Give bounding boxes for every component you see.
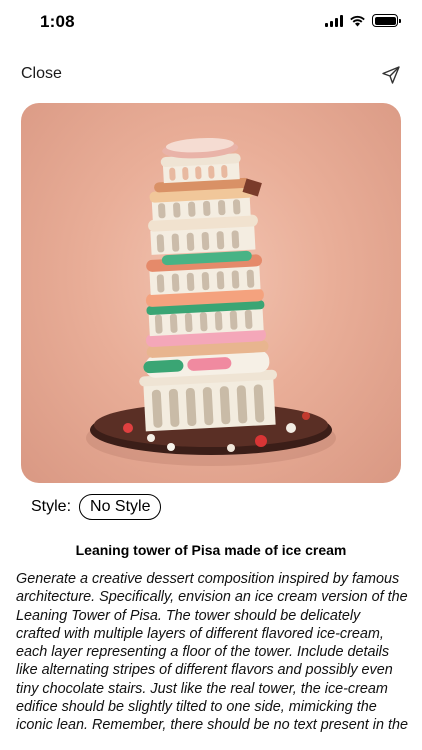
wifi-icon [350, 15, 365, 26]
style-row: Style: No Style [31, 493, 162, 521]
prompt-title: Leaning tower of Pisa made of ice cream [75, 542, 347, 558]
cellular-signal-icon [325, 14, 343, 27]
style-label: Style: [31, 498, 72, 515]
status-time: 1:08 [40, 12, 75, 31]
status-icons [325, 14, 401, 27]
battery-icon [372, 14, 401, 27]
nav-bar: Close [0, 56, 422, 94]
prompt-text: Generate a creative dessert composition … [16, 571, 408, 734]
close-button[interactable]: Close [21, 65, 62, 83]
status-bar: 1:08 [0, 0, 422, 46]
generated-image[interactable] [21, 103, 401, 483]
style-selector-button[interactable]: No Style [79, 494, 162, 520]
send-icon[interactable] [380, 64, 402, 86]
ice-cream-tower-illustration [86, 137, 336, 466]
